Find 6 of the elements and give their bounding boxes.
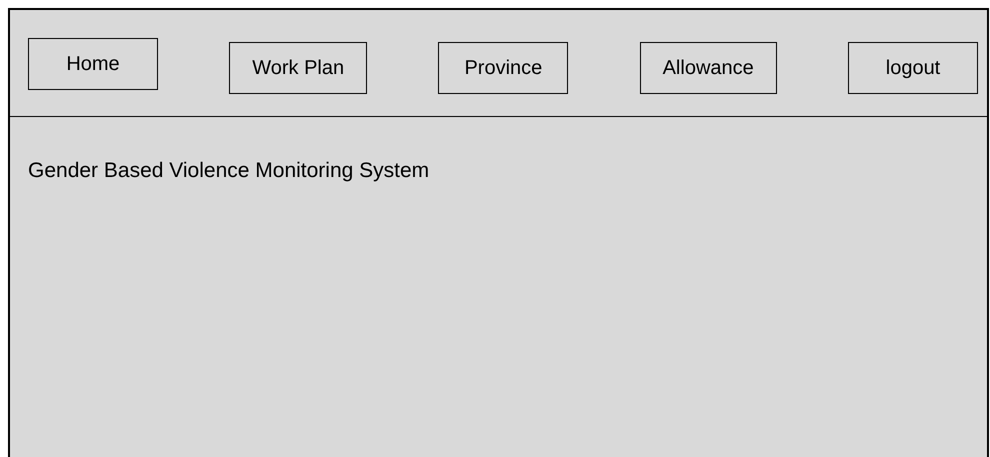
nav-button[interactable]: Home <box>28 38 158 90</box>
nav-button[interactable]: Province <box>438 42 568 94</box>
nav-button[interactable]: Allowance <box>640 42 777 94</box>
page-title: Gender Based Violence Monitoring System <box>28 159 430 183</box>
nav-button[interactable]: logout <box>848 42 978 94</box>
nav-button[interactable]: Work Plan <box>229 42 368 94</box>
